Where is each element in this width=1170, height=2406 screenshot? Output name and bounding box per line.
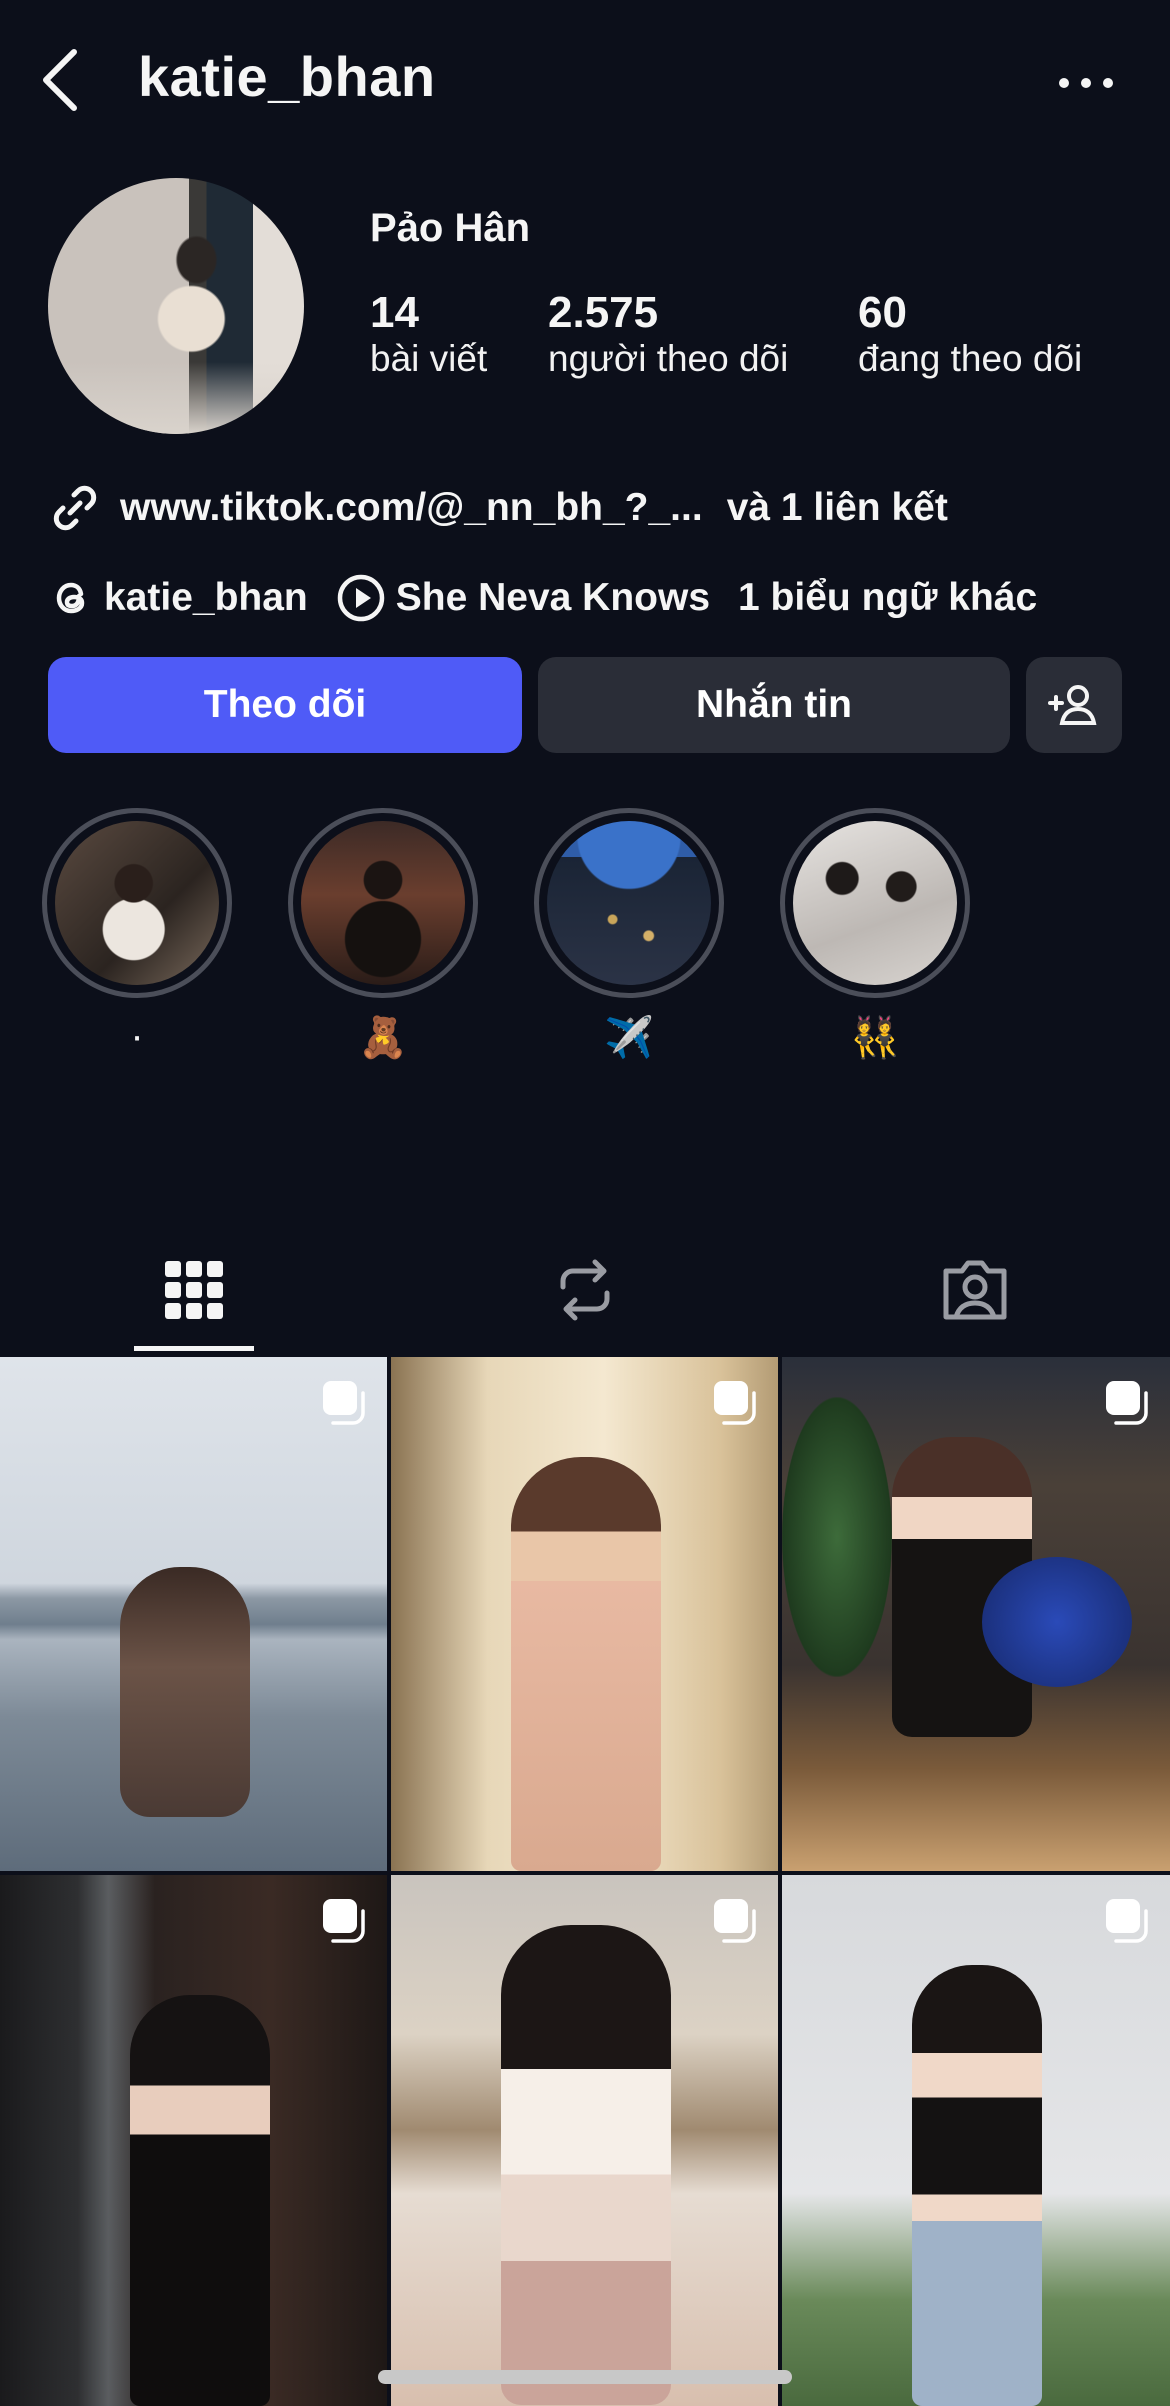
music-title: She Neva Knows bbox=[395, 576, 711, 619]
bio-link-row[interactable]: www.tiktok.com/@_nn_bh_?_... và 1 liên k… bbox=[48, 480, 948, 536]
highlight-3[interactable]: ✈️ bbox=[534, 808, 724, 1061]
highlight-2[interactable]: 🧸 bbox=[288, 808, 478, 1061]
threads-icon bbox=[56, 582, 85, 614]
stat-posts-value: 14 bbox=[370, 288, 419, 337]
post-thumbnail-1[interactable] bbox=[0, 1357, 387, 1871]
stat-followers[interactable]: 2.575 người theo dõi bbox=[548, 288, 788, 380]
highlight-ring bbox=[780, 808, 970, 998]
profile-avatar[interactable] bbox=[48, 178, 304, 434]
multiple-photos-icon bbox=[1106, 1899, 1148, 1943]
post-image-figure bbox=[501, 1925, 671, 2405]
highlight-ring bbox=[534, 808, 724, 998]
highlight-cover bbox=[55, 821, 219, 985]
tagged-person-icon bbox=[943, 1260, 1007, 1320]
profile-full-name: Pảo Hân bbox=[370, 206, 531, 250]
threads-handle: katie_bhan bbox=[104, 576, 308, 619]
more-badges-link[interactable]: 1 biểu ngữ khác bbox=[738, 576, 1037, 620]
highlight-caption: 🧸 bbox=[358, 1016, 408, 1060]
highlight-cover bbox=[793, 821, 957, 985]
post-thumbnail-2[interactable] bbox=[391, 1357, 778, 1871]
multiple-photos-icon bbox=[323, 1381, 365, 1425]
active-tab-indicator bbox=[134, 1346, 254, 1351]
tab-reposts[interactable] bbox=[525, 1250, 645, 1330]
post-thumbnail-5[interactable] bbox=[391, 1875, 778, 2406]
highlight-ring bbox=[42, 808, 232, 998]
highlight-1[interactable]: · bbox=[42, 808, 232, 1059]
multiple-photos-icon bbox=[714, 1899, 756, 1943]
highlight-cover bbox=[547, 821, 711, 985]
suggested-users-button[interactable] bbox=[1026, 657, 1122, 753]
stat-following-label: đang theo dõi bbox=[858, 338, 1083, 379]
highlight-caption: · bbox=[130, 1014, 144, 1058]
post-image-figure bbox=[511, 1457, 661, 1871]
stat-following[interactable]: 60 đang theo dõi bbox=[858, 288, 1082, 380]
music-badge[interactable]: She Neva Knows bbox=[336, 573, 710, 623]
highlight-caption: 👯 bbox=[850, 1016, 900, 1060]
post-image-plants bbox=[782, 1397, 892, 1677]
follow-button[interactable]: Theo dõi bbox=[48, 657, 522, 753]
profile-username: katie_bhan bbox=[138, 45, 436, 108]
profile-badges-row: katie_bhan She Neva Knows 1 biểu ngữ khá… bbox=[48, 570, 1037, 626]
stat-following-value: 60 bbox=[858, 288, 907, 337]
highlight-caption: ✈️ bbox=[604, 1016, 654, 1060]
more-options-icon[interactable] bbox=[1056, 68, 1116, 98]
post-thumbnail-4[interactable] bbox=[0, 1875, 387, 2406]
stat-posts: 14 bài viết bbox=[370, 288, 487, 380]
highlight-4[interactable]: 👯 bbox=[780, 808, 970, 1061]
post-thumbnail-6[interactable] bbox=[782, 1875, 1170, 2406]
post-image-flowers bbox=[982, 1557, 1132, 1687]
tab-posts[interactable] bbox=[134, 1250, 254, 1330]
multiple-photos-icon bbox=[323, 1899, 365, 1943]
post-thumbnail-3[interactable] bbox=[782, 1357, 1170, 1871]
message-button[interactable]: Nhắn tin bbox=[538, 657, 1010, 753]
back-chevron-icon[interactable] bbox=[38, 48, 82, 112]
multiple-photos-icon bbox=[1106, 1381, 1148, 1425]
stat-followers-label: người theo dõi bbox=[548, 338, 789, 379]
bio-link-url[interactable]: www.tiktok.com/@_nn_bh_?_... bbox=[120, 486, 703, 530]
home-indicator bbox=[378, 2370, 792, 2384]
highlight-ring bbox=[288, 808, 478, 998]
multiple-photos-icon bbox=[714, 1381, 756, 1425]
post-image-figure bbox=[120, 1567, 250, 1817]
tab-tagged[interactable] bbox=[915, 1250, 1035, 1330]
grid-icon bbox=[165, 1261, 223, 1319]
stat-posts-label: bài viết bbox=[370, 338, 488, 379]
repost-icon bbox=[560, 1259, 610, 1321]
bio-more-links[interactable]: và 1 liên kết bbox=[727, 486, 948, 530]
play-circle-icon bbox=[337, 574, 384, 622]
stat-followers-value: 2.575 bbox=[548, 288, 659, 337]
highlight-cover bbox=[301, 821, 465, 985]
link-icon bbox=[53, 485, 97, 531]
threads-badge[interactable]: katie_bhan bbox=[48, 575, 308, 621]
add-user-icon bbox=[1048, 685, 1097, 725]
post-image-figure bbox=[912, 1965, 1042, 2406]
post-image-figure bbox=[130, 1995, 270, 2406]
